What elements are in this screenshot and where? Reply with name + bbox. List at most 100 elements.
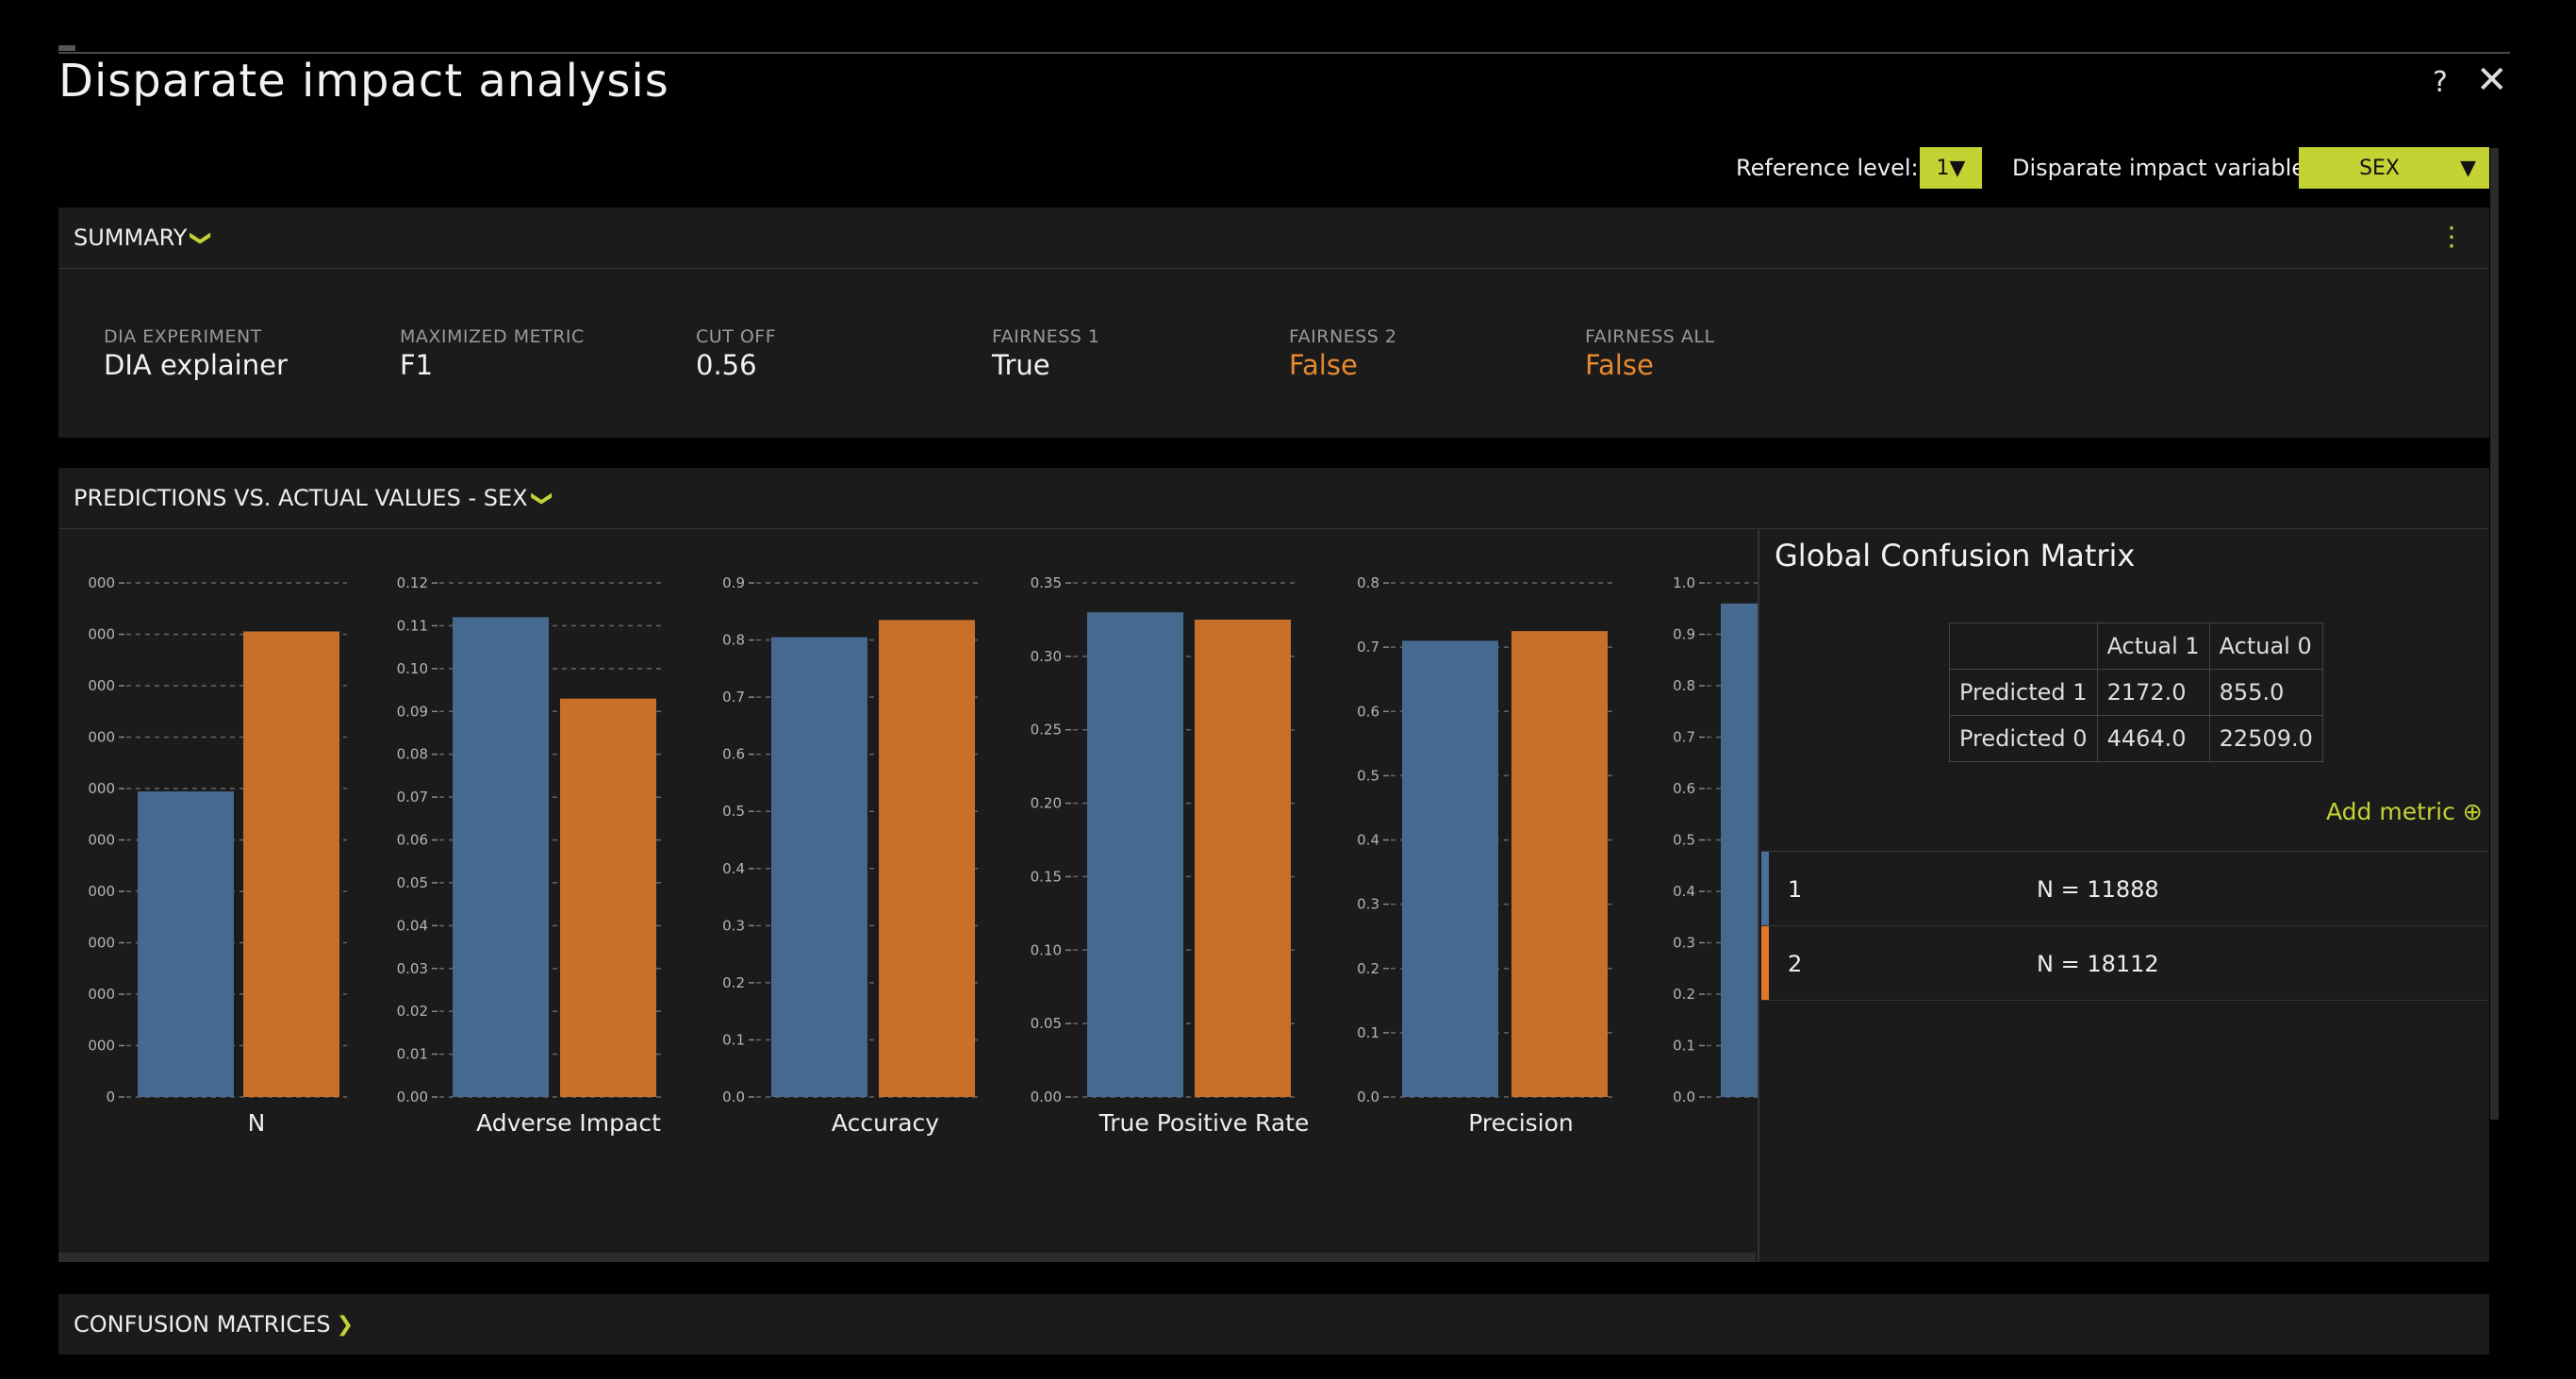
table-cell: Predicted 0 bbox=[1949, 715, 2098, 762]
table-cell: 4464.0 bbox=[2096, 715, 2210, 762]
y-tick-label: 0.04 bbox=[397, 917, 428, 934]
table-cell bbox=[1949, 623, 2098, 670]
y-tick-label: 0.09 bbox=[397, 703, 428, 720]
bar-2 bbox=[560, 698, 656, 1097]
y-tick-label: 0.8 bbox=[722, 632, 745, 649]
y-tick-label: 0.2 bbox=[722, 974, 745, 991]
y-tick-label: 0.6 bbox=[1673, 780, 1695, 797]
chart-x-label: N bbox=[248, 1109, 266, 1137]
table-cell: 855.0 bbox=[2208, 669, 2323, 716]
y-tick-label: 0.05 bbox=[397, 874, 428, 891]
chart-x-label: Accuracy bbox=[832, 1109, 939, 1137]
summary-header[interactable]: SUMMARY ❯ ⋮ bbox=[58, 208, 2489, 269]
reference-level-select[interactable]: 1 ▼ bbox=[1920, 147, 1982, 189]
y-tick-label: 0.30 bbox=[1031, 648, 1062, 665]
table-cell: 22509.0 bbox=[2208, 715, 2323, 762]
summary-metric: DIA EXPERIMENT DIA explainer bbox=[104, 326, 288, 381]
summary-metric-label: MAXIMIZED METRIC bbox=[400, 326, 585, 347]
legend-count: N = 18112 bbox=[2037, 951, 2159, 977]
y-tick-label: 0.10 bbox=[1031, 941, 1062, 958]
y-tick-label: 0.00 bbox=[397, 1088, 428, 1105]
summary-metric: CUT OFF 0.56 bbox=[696, 326, 776, 381]
y-tick-label: 0.6 bbox=[1357, 703, 1379, 720]
summary-metric-value: True bbox=[992, 349, 1050, 381]
y-tick-label: 0.1 bbox=[722, 1031, 745, 1048]
bar-2 bbox=[1195, 619, 1291, 1097]
y-tick-label: 000 bbox=[88, 832, 115, 849]
bar-1 bbox=[453, 617, 549, 1097]
y-tick-label: 0.5 bbox=[1357, 767, 1379, 784]
y-tick-label: 0.0 bbox=[722, 1088, 745, 1105]
table-cell: Predicted 1 bbox=[1949, 669, 2098, 716]
y-tick-label: 0.9 bbox=[1673, 626, 1695, 643]
disparate-impact-variable-label: Disparate impact variable: bbox=[2012, 155, 2314, 181]
reference-level-label: Reference level: bbox=[1736, 155, 1919, 181]
table-header-cell: Actual 1 bbox=[2096, 623, 2210, 670]
summary-metric-label: FAIRNESS ALL bbox=[1585, 326, 1715, 347]
dialog-title: Disparate impact analysis bbox=[58, 55, 669, 108]
add-metric-button[interactable]: Add metric ⊕ bbox=[2326, 798, 2483, 825]
summary-metric: FAIRNESS ALL False bbox=[1585, 326, 1715, 381]
y-tick-label: 0.4 bbox=[722, 860, 745, 877]
summary-metric: MAXIMIZED METRIC F1 bbox=[400, 326, 585, 381]
bar-2 bbox=[243, 631, 339, 1097]
legend-level: 1 bbox=[1788, 876, 1803, 903]
help-icon[interactable]: ? bbox=[2433, 66, 2448, 99]
y-tick-label: 0.5 bbox=[722, 803, 745, 820]
chart-x-label: Adverse Impact bbox=[476, 1109, 661, 1137]
y-tick-label: 1.0 bbox=[1673, 574, 1695, 591]
y-tick-label: 0.05 bbox=[1031, 1015, 1062, 1032]
y-tick-label: 000 bbox=[88, 935, 115, 952]
global-confusion-matrix-title: Global Confusion Matrix bbox=[1775, 538, 2136, 573]
confusion-matrices-header[interactable]: CONFUSION MATRICES ❯ bbox=[58, 1294, 2489, 1354]
y-tick-label: 0.2 bbox=[1673, 986, 1695, 1003]
y-tick-label: 0.3 bbox=[1357, 896, 1379, 913]
chevron-right-icon: ❯ bbox=[336, 1312, 355, 1337]
bar-2 bbox=[879, 620, 975, 1097]
disparate-impact-variable-select[interactable]: SEX ▼ bbox=[2299, 147, 2489, 189]
y-tick-label: 0.02 bbox=[397, 1003, 428, 1020]
summary-metric-value: DIA explainer bbox=[104, 349, 288, 381]
top-rule bbox=[58, 52, 2510, 54]
y-tick-label: 0.4 bbox=[1357, 832, 1379, 849]
legend-color-swatch bbox=[1761, 926, 1769, 1000]
predictions-header[interactable]: PREDICTIONS VS. ACTUAL VALUES - SEX ❯ bbox=[58, 468, 2489, 529]
vertical-scrollbar[interactable] bbox=[2490, 148, 2499, 1120]
y-tick-label: 0.3 bbox=[722, 917, 745, 934]
global-confusion-matrix-table: Actual 1 Actual 0 Predicted 1 2172.0 855… bbox=[1949, 623, 2323, 762]
legend-level: 2 bbox=[1788, 951, 1803, 977]
y-tick-label: 000 bbox=[88, 986, 115, 1003]
bar-1 bbox=[138, 791, 234, 1097]
legend-item[interactable]: 1 N = 11888 bbox=[1761, 851, 2489, 925]
y-tick-label: 0.5 bbox=[1673, 832, 1695, 849]
y-tick-label: 0.10 bbox=[397, 660, 428, 677]
summary-metric: FAIRNESS 2 False bbox=[1289, 326, 1396, 381]
table-row: Predicted 1 2172.0 855.0 bbox=[1949, 669, 2323, 716]
close-icon[interactable]: ✕ bbox=[2476, 58, 2508, 102]
summary-metric-label: DIA EXPERIMENT bbox=[104, 326, 262, 347]
panel-divider bbox=[1758, 529, 1759, 1262]
y-tick-label: 0.08 bbox=[397, 746, 428, 763]
summary-metric-value: False bbox=[1289, 349, 1358, 381]
y-tick-label: 000 bbox=[88, 1038, 115, 1055]
table-header-cell: Actual 0 bbox=[2208, 623, 2323, 670]
y-tick-label: 0.3 bbox=[1673, 935, 1695, 952]
legend-item[interactable]: 2 N = 18112 bbox=[1761, 925, 2489, 1001]
horizontal-scrollbar[interactable] bbox=[58, 1253, 1756, 1262]
kebab-menu-icon[interactable]: ⋮ bbox=[2438, 221, 2465, 252]
chart-x-label: Precision bbox=[1468, 1109, 1574, 1137]
y-tick-label: 000 bbox=[88, 780, 115, 797]
y-tick-label: 0.00 bbox=[1031, 1088, 1062, 1105]
bar-1 bbox=[771, 637, 867, 1097]
summary-metric-label: FAIRNESS 2 bbox=[1289, 326, 1397, 347]
bar-1 bbox=[1721, 603, 1758, 1097]
y-tick-label: 000 bbox=[88, 677, 115, 694]
table-row: Actual 1 Actual 0 bbox=[1949, 623, 2323, 670]
legend-color-swatch bbox=[1761, 852, 1769, 925]
chart-x-label: True Positive Rate bbox=[1098, 1109, 1310, 1137]
y-tick-label: 0.7 bbox=[722, 689, 745, 706]
y-tick-label: 0.03 bbox=[397, 960, 428, 977]
y-tick-label: 0.20 bbox=[1031, 795, 1062, 812]
bar-1 bbox=[1087, 612, 1183, 1097]
y-tick-label: 0.4 bbox=[1673, 883, 1695, 900]
